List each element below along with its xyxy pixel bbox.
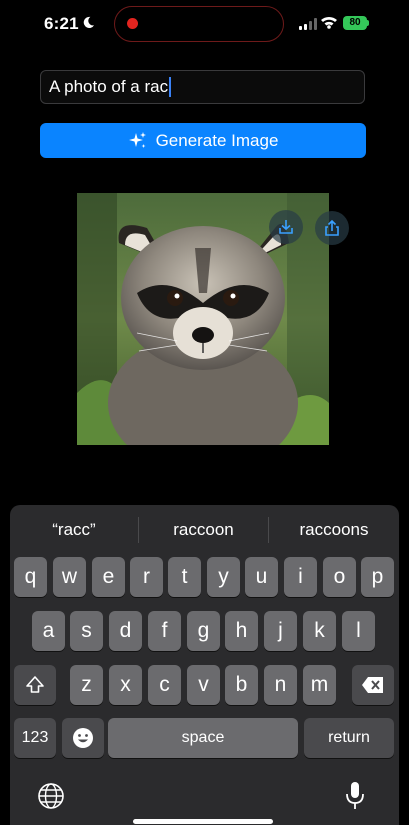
key-d[interactable]: d xyxy=(109,611,142,651)
dynamic-island[interactable] xyxy=(114,6,284,42)
prompt-input[interactable]: A photo of a rac xyxy=(40,70,365,104)
key-x[interactable]: x xyxy=(109,665,142,705)
suggestion-item[interactable]: raccoons xyxy=(269,505,399,555)
key-t[interactable]: t xyxy=(168,557,201,597)
key-b[interactable]: b xyxy=(225,665,258,705)
key-p[interactable]: p xyxy=(361,557,394,597)
globe-icon[interactable] xyxy=(37,782,65,810)
key-y[interactable]: y xyxy=(207,557,240,597)
key-z[interactable]: z xyxy=(70,665,103,705)
key-r[interactable]: r xyxy=(130,557,163,597)
emoji-icon xyxy=(73,728,93,748)
download-button[interactable] xyxy=(269,210,303,244)
key-k[interactable]: k xyxy=(303,611,336,651)
battery-indicator: 80 xyxy=(343,16,367,30)
space-key[interactable]: space xyxy=(108,718,298,758)
status-time: 6:21 xyxy=(44,14,79,33)
key-i[interactable]: i xyxy=(284,557,317,597)
key-n[interactable]: n xyxy=(264,665,297,705)
delete-key[interactable] xyxy=(352,665,394,705)
status-bar: 6:21 80 xyxy=(0,0,409,50)
key-a[interactable]: a xyxy=(32,611,65,651)
delete-icon xyxy=(362,677,383,693)
prompt-input-value: A photo of a rac xyxy=(49,77,169,96)
suggestion-item[interactable]: raccoon xyxy=(139,505,268,555)
key-c[interactable]: c xyxy=(148,665,181,705)
key-l[interactable]: l xyxy=(342,611,375,651)
home-indicator[interactable] xyxy=(133,819,273,824)
shift-key[interactable] xyxy=(14,665,56,705)
share-icon xyxy=(325,219,339,236)
keyboard: “racc” raccoon raccoons q w e r t y u i … xyxy=(10,505,399,825)
share-button[interactable] xyxy=(315,211,349,245)
key-h[interactable]: h xyxy=(225,611,258,651)
wifi-icon xyxy=(321,16,337,29)
key-v[interactable]: v xyxy=(187,665,220,705)
sparkles-icon xyxy=(128,131,146,148)
microphone-icon[interactable] xyxy=(344,781,366,811)
cellular-signal-icon xyxy=(299,18,317,30)
record-dot-icon xyxy=(127,18,138,29)
key-o[interactable]: o xyxy=(323,557,356,597)
numbers-key[interactable]: 123 xyxy=(14,718,56,758)
emoji-key[interactable] xyxy=(62,718,104,758)
generated-raccoon-image xyxy=(77,193,329,445)
key-e[interactable]: e xyxy=(92,557,125,597)
key-f[interactable]: f xyxy=(148,611,181,651)
return-key[interactable]: return xyxy=(304,718,394,758)
key-w[interactable]: w xyxy=(53,557,86,597)
key-s[interactable]: s xyxy=(70,611,103,651)
battery-tip xyxy=(367,20,369,26)
suggestion-bar: “racc” raccoon raccoons xyxy=(10,505,399,555)
key-g[interactable]: g xyxy=(187,611,220,651)
key-q[interactable]: q xyxy=(14,557,47,597)
key-j[interactable]: j xyxy=(264,611,297,651)
text-caret xyxy=(169,77,172,97)
shift-icon xyxy=(26,676,44,693)
generate-image-button[interactable]: Generate Image xyxy=(40,123,366,158)
key-u[interactable]: u xyxy=(245,557,278,597)
moon-icon xyxy=(83,16,95,28)
generate-image-label: Generate Image xyxy=(155,130,279,150)
download-icon xyxy=(279,220,293,234)
suggestion-item[interactable]: “racc” xyxy=(10,505,138,555)
key-m[interactable]: m xyxy=(303,665,336,705)
